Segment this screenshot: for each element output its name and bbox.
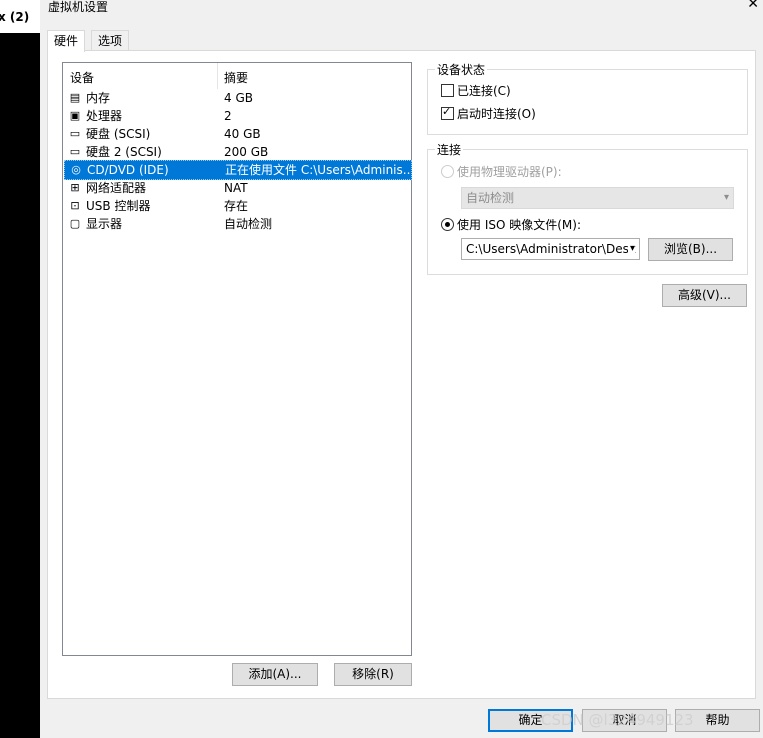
iso-path-combobox[interactable]: C:\Users\Administrator\Desk ▾ [461,238,640,260]
device-status-title: 设备状态 [435,61,488,78]
vm-settings-dialog: 虚拟机设置 ✕ 硬件 选项 设备 摘要 ▤ 内存 4 GB ▣ 处理器 2 ▭ … [40,0,763,738]
device-row-hard-disk-2[interactable]: ▭ 硬盘 2 (SCSI) 200 GB [64,143,410,161]
device-name: 显示器 [86,217,123,231]
device-row-network-adapter[interactable]: ⊞ 网络适配器 NAT [64,179,410,197]
column-divider[interactable] [217,63,218,89]
connect-at-power-on-label[interactable]: 启动时连接(O) [457,105,536,122]
hard-disk-icon: ▭ [69,127,81,140]
tab-options-label: 选项 [98,34,123,48]
background-window-tab[interactable]: x (2) [0,0,40,33]
device-name: 硬盘 (SCSI) [86,127,151,141]
device-summary: 自动检测 [224,217,273,231]
device-summary: 4 GB [224,91,253,105]
device-summary: 正在使用文件 C:\Users\Adminis... [225,163,410,177]
usb-controller-icon: ⊡ [70,199,80,212]
network-adapter-icon: ⊞ [70,181,80,194]
cd-dvd-icon: ◎ [71,163,81,176]
device-row-memory[interactable]: ▤ 内存 4 GB [64,89,410,107]
device-status-group: 设备状态 已连接(C) 启动时连接(O) [427,61,748,135]
add-device-button[interactable]: 添加(A)... [232,663,318,686]
advanced-button[interactable]: 高级(V)... [662,284,747,307]
physical-drive-select-value: 自动检测 [466,191,515,205]
device-name: 网络适配器 [86,181,147,195]
device-row-display[interactable]: ▢ 显示器 自动检测 [64,215,410,233]
browse-button[interactable]: 浏览(B)... [648,238,733,261]
remove-device-button[interactable]: 移除(R) [334,663,412,686]
connection-title: 连接 [435,141,464,158]
column-header-summary[interactable]: 摘要 [224,69,248,86]
device-summary: 40 GB [224,127,261,141]
physical-drive-select[interactable]: 自动检测 ▾ [461,187,734,209]
device-name: 处理器 [86,109,123,123]
display-icon: ▢ [69,217,81,230]
device-name: CD/DVD (IDE) [87,163,169,177]
memory-icon: ▤ [69,91,81,104]
iso-path-value: C:\Users\Administrator\Desk [466,242,636,256]
iso-image-radio[interactable] [441,218,454,231]
column-header-device[interactable]: 设备 [70,69,94,86]
device-summary: 200 GB [224,145,269,159]
physical-drive-label[interactable]: 使用物理驱动器(P): [457,163,562,180]
dialog-title: 虚拟机设置 [48,0,109,14]
watermark-text: CSDN @l324949123 [541,711,694,729]
tab-options[interactable]: 选项 [91,30,130,51]
device-row-cd-dvd[interactable]: ◎ CD/DVD (IDE) 正在使用文件 C:\Users\Adminis..… [64,160,412,180]
chevron-down-icon: ▾ [627,239,635,259]
device-row-hard-disk[interactable]: ▭ 硬盘 (SCSI) 40 GB [64,125,410,143]
iso-image-label[interactable]: 使用 ISO 映像文件(M): [457,216,581,233]
connection-group: 连接 使用物理驱动器(P): 自动检测 ▾ 使用 ISO 映像文件(M): C:… [427,141,748,275]
hard-disk-icon: ▭ [69,145,81,158]
device-name: USB 控制器 [86,199,151,213]
chevron-down-icon: ▾ [723,192,729,203]
tab-hardware[interactable]: 硬件 [47,30,86,52]
physical-drive-radio[interactable] [441,165,454,178]
device-summary: 2 [224,109,232,123]
device-list-header: 设备 摘要 [63,63,411,89]
device-name: 硬盘 2 (SCSI) [86,145,162,159]
connect-at-power-on-checkbox[interactable] [441,105,454,120]
device-row-usb-controller[interactable]: ⊡ USB 控制器 存在 [64,197,410,215]
device-name: 内存 [86,91,111,105]
device-list[interactable]: 设备 摘要 ▤ 内存 4 GB ▣ 处理器 2 ▭ 硬盘 (SCSI) 40 G… [62,62,412,656]
background-tab-label: x (2) [0,10,30,24]
hardware-panel: 设备 摘要 ▤ 内存 4 GB ▣ 处理器 2 ▭ 硬盘 (SCSI) 40 G… [47,50,756,699]
close-icon[interactable]: ✕ [747,0,759,12]
connected-label[interactable]: 已连接(C) [457,82,511,99]
processor-icon: ▣ [69,109,81,122]
device-row-processor[interactable]: ▣ 处理器 2 [64,107,410,125]
device-summary: NAT [224,181,248,195]
connected-checkbox[interactable] [441,84,454,97]
device-summary: 存在 [224,199,249,213]
tab-hardware-label: 硬件 [54,34,79,48]
